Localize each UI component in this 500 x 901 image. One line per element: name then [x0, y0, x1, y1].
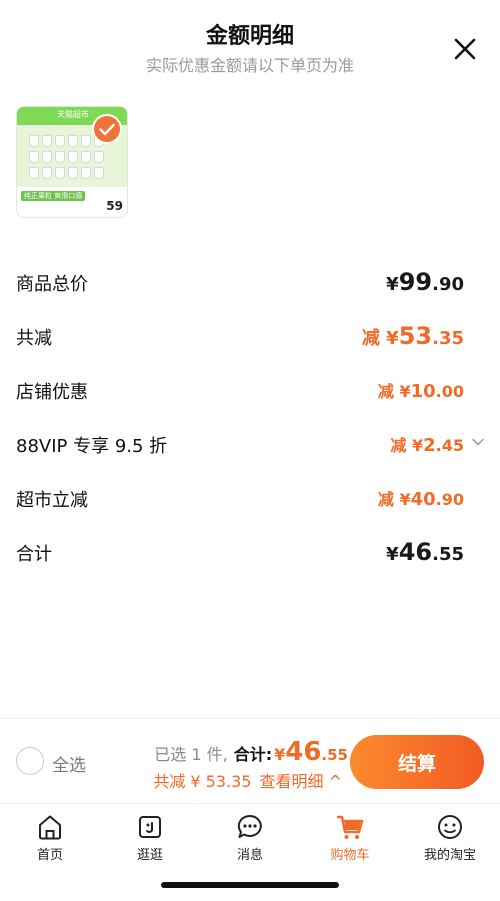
tab-cart[interactable]: 购物车 [310, 812, 390, 868]
store-discount-amount: 减 ¥10.00 [377, 381, 464, 402]
tab-explore[interactable]: 逛逛 [110, 812, 190, 868]
tab-home-label: 首页 [36, 848, 63, 863]
tab-home[interactable]: 首页 [10, 812, 90, 868]
total-price-label: 商品总价 [16, 274, 88, 295]
subtotal-label: 合计 [16, 544, 52, 565]
detail-header: 金额明细 实际优惠金额请以下单页为准 [0, 0, 500, 90]
product-cups [29, 135, 107, 183]
home-icon [39, 815, 61, 840]
close-button[interactable] [450, 34, 480, 64]
subtotal-amount: ¥46.55 [386, 538, 464, 566]
select-all-label[interactable]: 全选 [52, 751, 86, 776]
thumb-price: 59 [106, 199, 123, 213]
selection-summary: 已选 1 件, 合计: ¥46.55 [154, 737, 348, 767]
row-total-reduce: 共减 减 ¥53.35 [0, 320, 500, 354]
cart-icon [336, 815, 364, 839]
row-store-discount: 店铺优惠 减 ¥10.00 [0, 374, 500, 408]
vip-discount-label: 88VIP 专享 9.5 折 [16, 436, 168, 457]
market-reduce-label: 超市立减 [16, 490, 88, 511]
market-reduce-amount: 减 ¥40.90 [377, 489, 464, 510]
store-discount-label: 店铺优惠 [16, 382, 88, 403]
selected-count: 已选 1 件, [154, 745, 228, 764]
row-subtotal: 合计 ¥46.55 [0, 536, 500, 570]
total-yen: ¥ [274, 745, 286, 764]
total-label: 合计: [233, 745, 273, 764]
thumb-footer: 纯正果粒 爽滑口感 59 [17, 187, 127, 217]
total-price-amount: ¥99.90 [386, 268, 464, 296]
chevron-down-icon[interactable] [470, 434, 486, 450]
profile-icon [438, 815, 462, 839]
tab-explore-label: 逛逛 [136, 848, 163, 863]
select-all-radio[interactable] [16, 747, 44, 775]
reduce-text: 共减 ¥ 53.35 [153, 772, 252, 791]
tab-messages[interactable]: 消息 [210, 812, 290, 868]
tab-cart-label: 购物车 [330, 848, 370, 863]
checkout-button[interactable]: 结算 [350, 735, 484, 789]
message-icon [237, 814, 262, 838]
check-icon [99, 123, 115, 136]
tab-messages-label: 消息 [236, 848, 263, 863]
thumb-tag: 纯正果粒 爽滑口感 [21, 191, 86, 201]
row-vip-discount[interactable]: 88VIP 专享 9.5 折 减 ¥2.45 [0, 428, 500, 462]
checkout-bar: 全选 已选 1 件, 合计: ¥46.55 共减 ¥ 53.35 查看明细 ^ 结算 [0, 718, 500, 802]
explore-icon [139, 816, 161, 838]
page-subtitle: 实际优惠金额请以下单页为准 [145, 56, 354, 75]
row-total-price: 商品总价 ¥99.90 [0, 266, 500, 300]
vip-discount-amount: 减 ¥2.45 [390, 435, 464, 456]
total-reduce-amount: 减 ¥53.35 [361, 322, 464, 350]
page-title: 金额明细 [205, 24, 294, 49]
row-market-reduce: 超市立减 减 ¥40.90 [0, 482, 500, 516]
total-decimal: .55 [321, 746, 348, 764]
close-icon [454, 38, 476, 60]
reduce-summary: 共减 ¥ 53.35 查看明细 ^ [153, 768, 342, 792]
total-integer: 46 [285, 737, 322, 767]
selected-check[interactable] [92, 114, 122, 144]
view-detail-link[interactable]: 查看明细 ^ [260, 772, 343, 791]
thumb-store-name: 天猫超市 [57, 110, 89, 119]
tab-profile-label: 我的淘宝 [423, 848, 476, 863]
tab-profile[interactable]: 我的淘宝 [410, 812, 490, 868]
home-indicator[interactable] [161, 882, 339, 888]
total-reduce-label: 共减 [16, 328, 52, 349]
